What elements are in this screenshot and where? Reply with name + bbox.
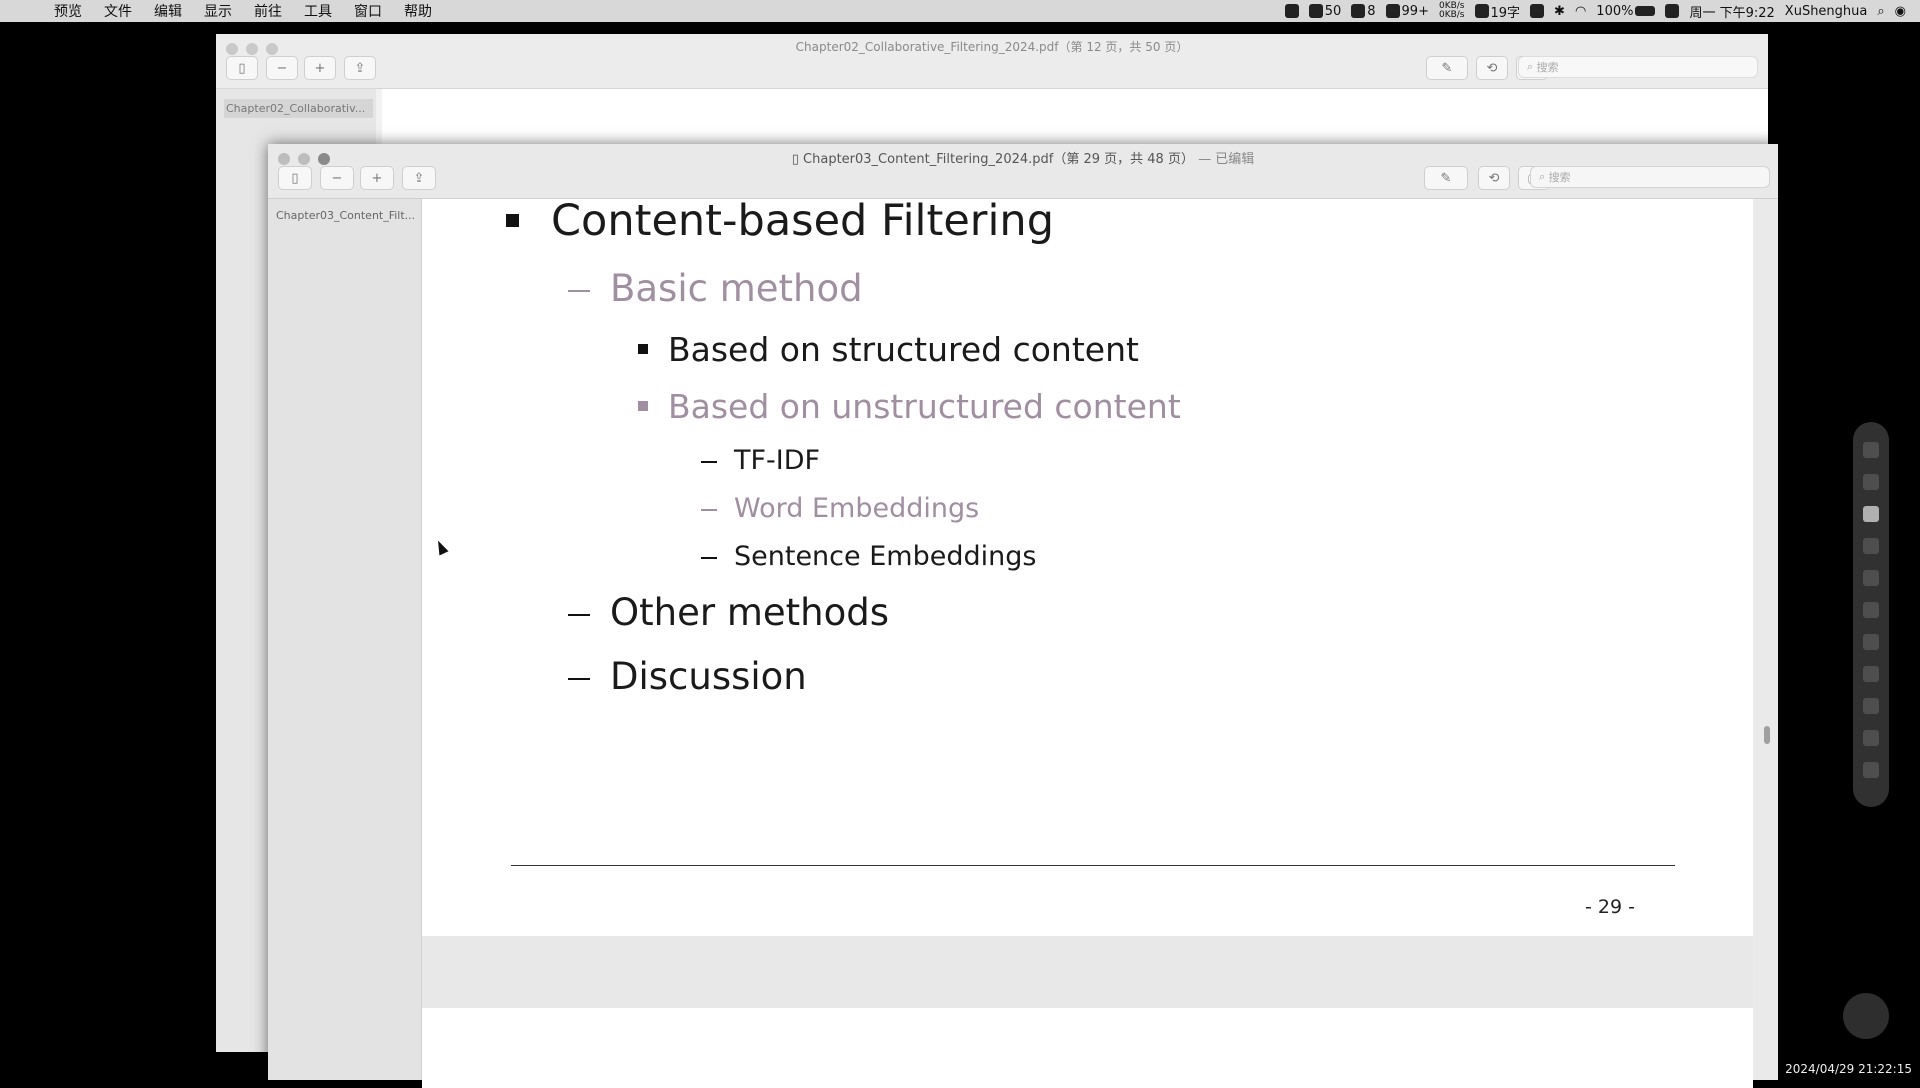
slide-dash	[568, 614, 590, 616]
share-button[interactable]: ⇪	[402, 166, 436, 190]
input-label: 19字	[1490, 5, 1521, 21]
menubar-user[interactable]: XuShenghua	[1785, 4, 1868, 19]
search-placeholder: 搜索	[1548, 171, 1571, 184]
badge-count: 50	[1324, 3, 1342, 19]
battery-indicator[interactable]: 100%	[1596, 3, 1656, 19]
screen-timestamp: 2024/04/29 21:22:15	[1785, 1062, 1912, 1076]
search-input[interactable]: ⌕ 搜索	[1518, 56, 1758, 78]
slide-footer-rule	[511, 865, 1675, 866]
board-tool-icon[interactable]	[1863, 730, 1879, 746]
window-title: ▯ Chapter03_Content_Filtering_2024.pdf（第…	[268, 148, 1778, 167]
search-icon: ⌕	[1527, 60, 1537, 73]
slide-item-word-embeddings: Word Embeddings	[734, 493, 980, 524]
bluetooth-icon[interactable]: ✱	[1554, 4, 1565, 19]
slide-dash	[568, 678, 590, 680]
microphone-icon[interactable]	[1530, 4, 1545, 18]
slide-subitem-discussion: Discussion	[610, 655, 807, 698]
net-down-value: 0KB/s	[1438, 10, 1465, 20]
slide-item-unstructured: Based on unstructured content	[668, 387, 1181, 426]
edited-indicator: — 已编辑	[1198, 152, 1255, 167]
spotlight-search-icon[interactable]: ⌕	[1877, 4, 1884, 19]
pdf-file-icon: ▯	[791, 152, 804, 167]
tray-input-method[interactable]: 19字	[1474, 2, 1521, 21]
search-icon: ⌕	[1539, 170, 1549, 183]
shape-tool-icon[interactable]	[1863, 634, 1879, 650]
network-speed-indicator: 0KB/s 0KB/s	[1439, 2, 1465, 20]
menu-view[interactable]: 显示	[204, 1, 232, 21]
window-titlebar: ▯ Chapter03_Content_Filtering_2024.pdf（第…	[268, 144, 1778, 199]
annotation-toolbar	[1853, 422, 1889, 807]
control-center-icon[interactable]	[1665, 4, 1680, 18]
badge-count: 8	[1367, 3, 1376, 19]
thumbnail-item[interactable]: Chapter02_Collaborativ...	[224, 99, 373, 118]
slide-item-sentence-embeddings: Sentence Embeddings	[734, 541, 1037, 572]
tray-wechat-icon[interactable]: 99+	[1385, 3, 1429, 19]
siri-icon[interactable]: ◉	[1895, 4, 1906, 19]
zoom-in-button[interactable]: +	[360, 166, 394, 190]
slide-dash	[701, 509, 717, 511]
slide-item-tfidf: TF-IDF	[734, 445, 821, 476]
tray-second-badge[interactable]: 8	[1351, 3, 1376, 19]
slide-subitem-basic-method: Basic method	[610, 267, 863, 310]
slide-subitem-other-methods: Other methods	[610, 591, 889, 634]
preview-window-front: ▯ Chapter03_Content_Filtering_2024.pdf（第…	[268, 144, 1778, 1088]
text-tool-icon[interactable]	[1863, 570, 1879, 586]
search-placeholder: 搜索	[1536, 61, 1559, 74]
share-button[interactable]: ⇪	[344, 56, 376, 80]
thumbnail-item[interactable]: Chapter03_Content_Filt...	[276, 209, 414, 222]
slide-heading: Content-based Filtering	[551, 196, 1054, 246]
menu-bar: 预览 文件 编辑 显示 前往 工具 窗口 帮助 50 8 99+ 0KB/s 0K…	[0, 0, 1920, 22]
markup-pen-button[interactable]: ✎	[1424, 166, 1468, 190]
slide-dash	[701, 557, 717, 559]
menu-file[interactable]: 文件	[104, 1, 132, 21]
slide-bullet	[638, 344, 648, 354]
rotate-button[interactable]: ⟲	[1478, 166, 1510, 190]
pointer-tool-icon[interactable]	[1863, 442, 1879, 458]
markup-pen-button[interactable]: ✎	[1426, 56, 1468, 80]
scrollbar[interactable]	[1764, 726, 1770, 744]
tray-notification-badge[interactable]: 50	[1308, 3, 1342, 19]
tray-app-icon[interactable]	[1284, 4, 1299, 18]
slide-dash	[701, 461, 717, 463]
menu-edit[interactable]: 编辑	[154, 1, 182, 21]
slide-page-number: - 29 -	[1585, 896, 1635, 918]
rotate-button[interactable]: ⟲	[1476, 56, 1508, 80]
badge-count: 99+	[1401, 3, 1429, 19]
slide-dash	[568, 290, 590, 292]
menu-preview[interactable]: 预览	[54, 1, 82, 21]
thumbnail-sidebar: Chapter03_Content_Filt...	[268, 199, 422, 1080]
slide-bullet	[638, 401, 648, 411]
select-tool-icon[interactable]	[1863, 474, 1879, 490]
window-title: Chapter02_Collaborative_Filtering_2024.p…	[795, 40, 1189, 54]
stamp-tool-icon[interactable]	[1863, 698, 1879, 714]
next-pdf-page	[422, 1008, 1753, 1088]
zoom-in-button[interactable]: +	[304, 56, 336, 80]
window-titlebar: Chapter02_Collaborative_Filtering_2024.p…	[216, 34, 1768, 89]
highlighter-tool-icon[interactable]	[1863, 538, 1879, 554]
eraser-tool-icon[interactable]	[1863, 602, 1879, 618]
floating-action-button[interactable]	[1843, 993, 1889, 1039]
slide-item-structured: Based on structured content	[668, 330, 1139, 369]
search-input[interactable]: ⌕ 搜索	[1530, 166, 1770, 188]
zoom-out-button[interactable]: −	[266, 56, 298, 80]
menu-window[interactable]: 窗口	[354, 1, 382, 21]
window-title-text: Chapter03_Content_Filtering_2024.pdf（第 2…	[803, 152, 1194, 167]
pen-tool-icon[interactable]	[1863, 506, 1879, 522]
fill-tool-icon[interactable]	[1863, 666, 1879, 682]
zoom-out-button[interactable]: −	[320, 166, 354, 190]
user-tool-icon[interactable]	[1863, 762, 1879, 778]
page-gap	[422, 936, 1753, 1008]
sidebar-toggle-button[interactable]: ▯	[278, 166, 312, 190]
sidebar-toggle-button[interactable]: ▯	[226, 56, 258, 80]
menu-help[interactable]: 帮助	[404, 1, 432, 21]
battery-percent: 100%	[1596, 3, 1634, 19]
wifi-icon[interactable]: ◠	[1575, 4, 1586, 19]
slide-bullet	[506, 214, 519, 227]
menubar-clock[interactable]: 周一 下午9:22	[1689, 2, 1774, 21]
menu-tools[interactable]: 工具	[304, 1, 332, 21]
menu-go[interactable]: 前往	[254, 1, 282, 21]
